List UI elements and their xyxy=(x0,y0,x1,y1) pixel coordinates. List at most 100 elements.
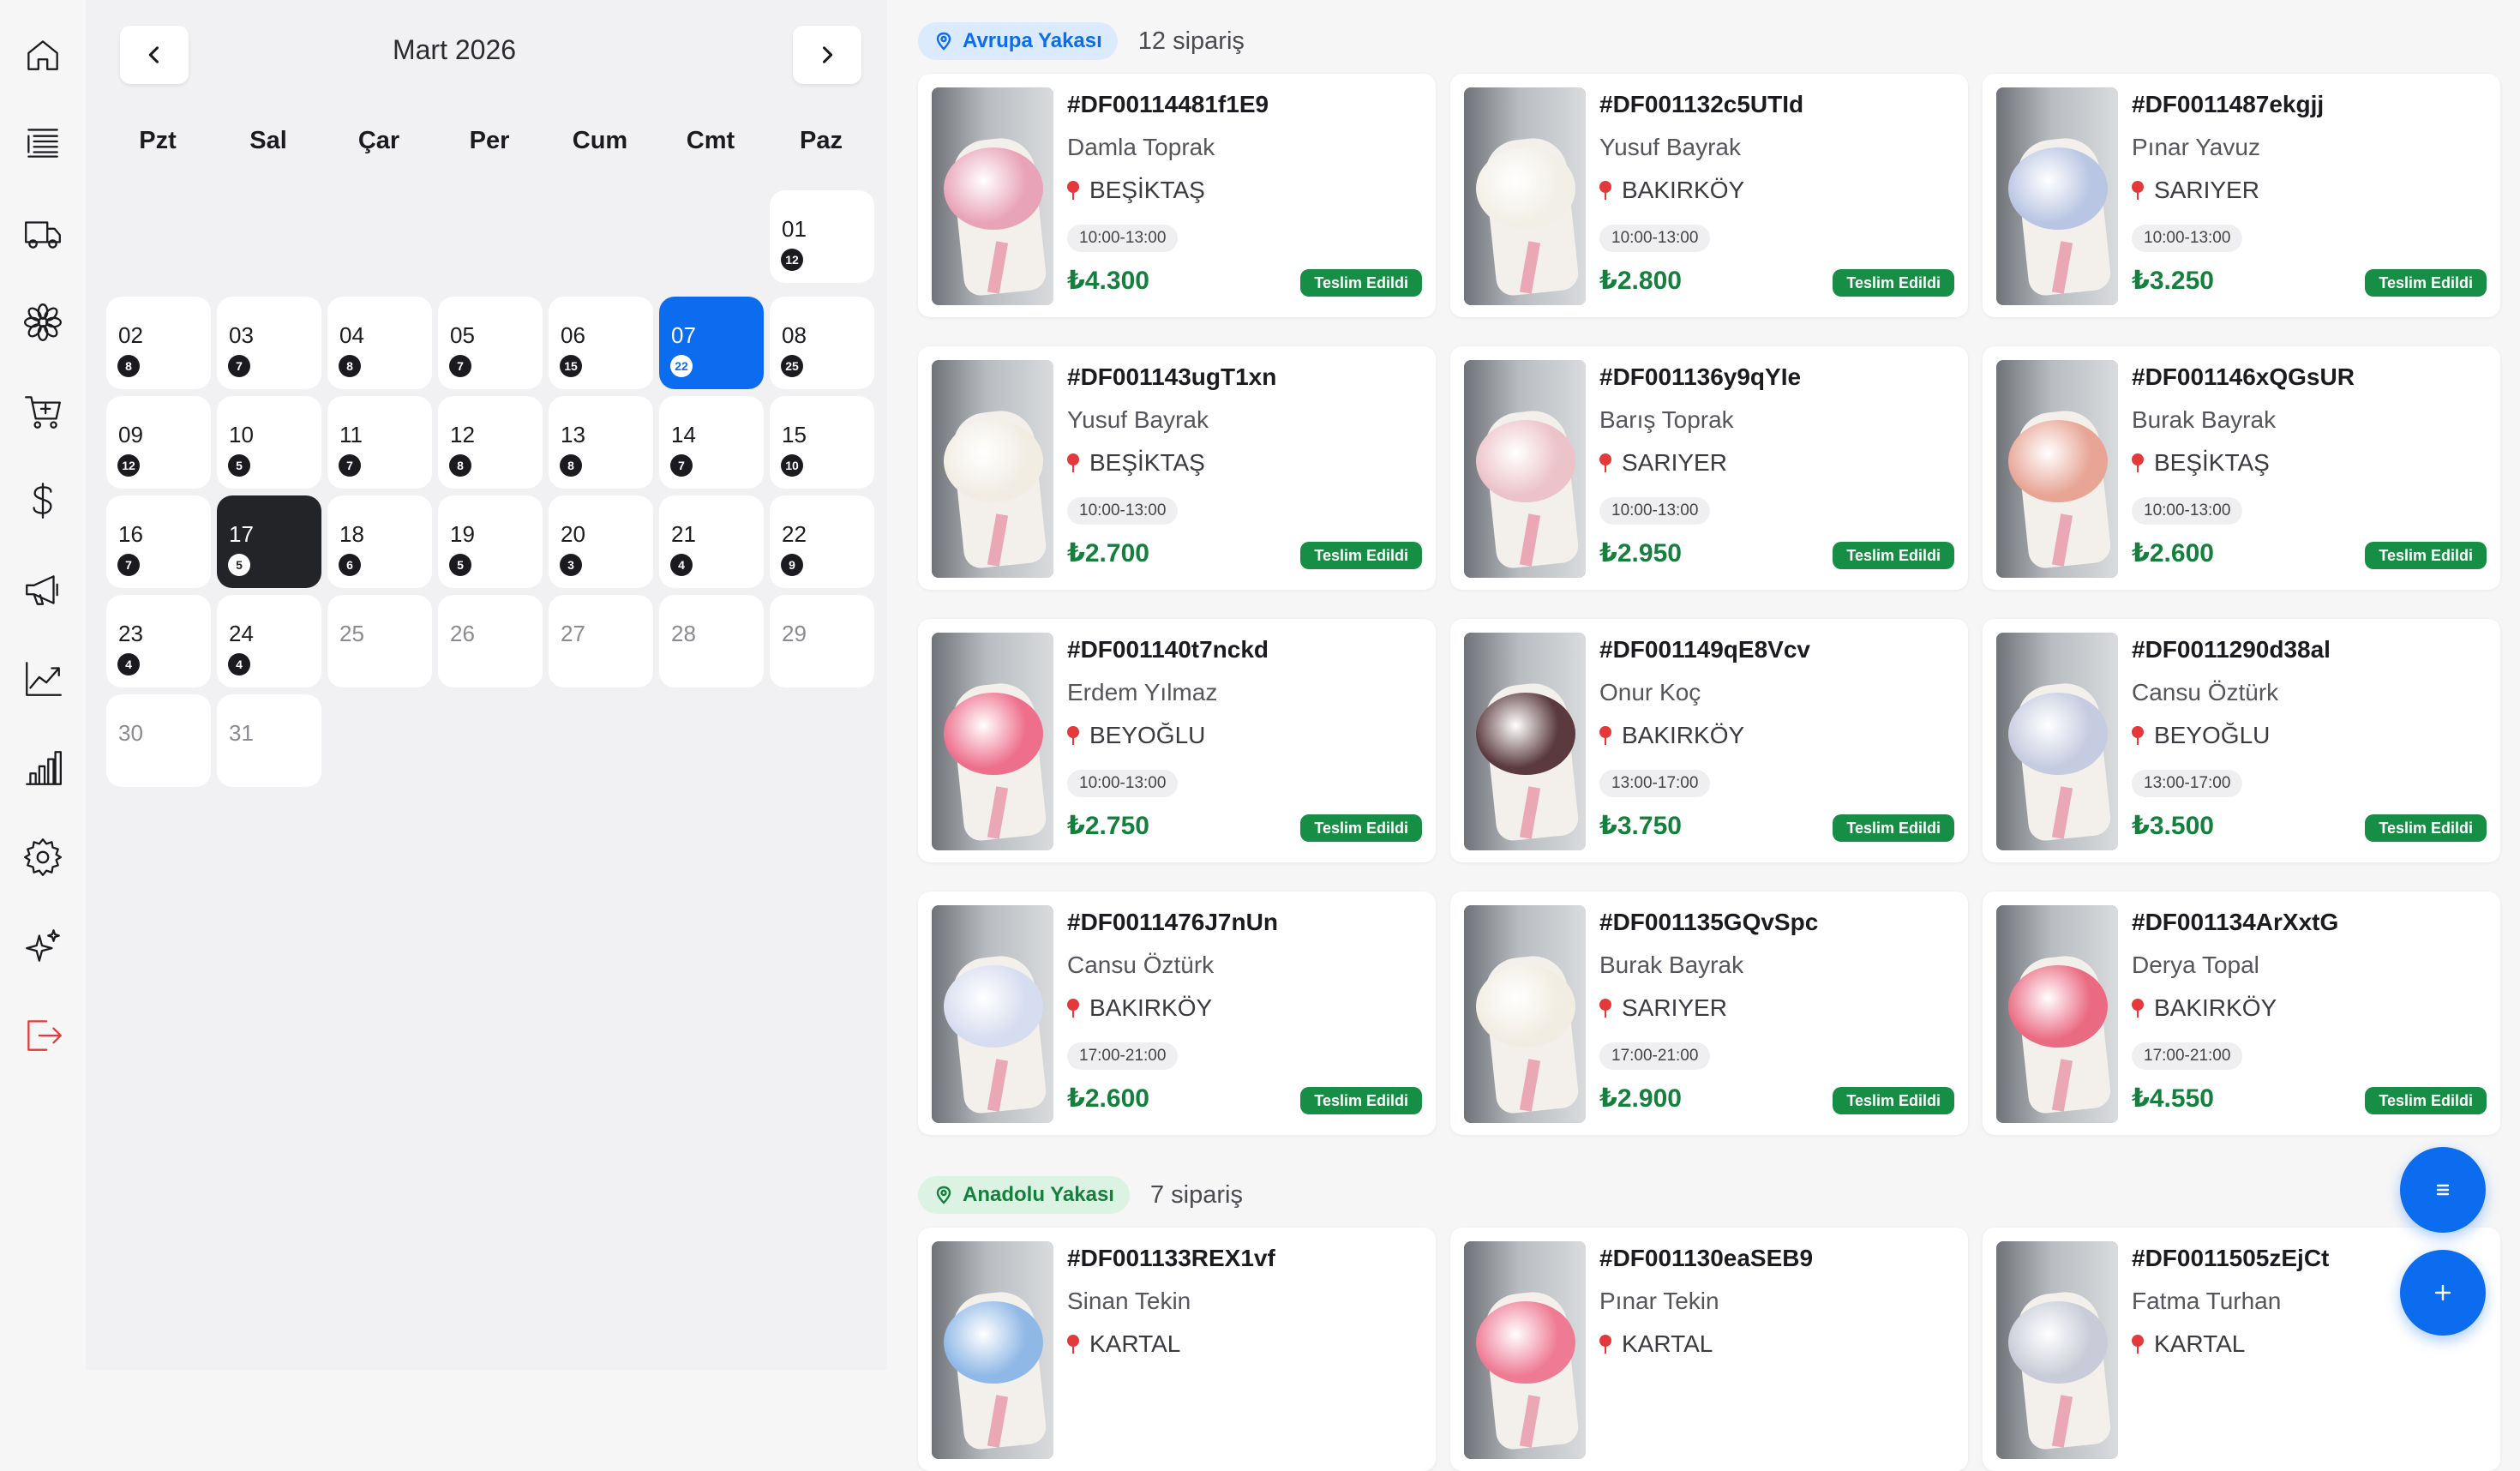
dollar-icon[interactable] xyxy=(19,477,67,525)
calendar-day[interactable]: 05 7 xyxy=(438,297,543,389)
calendar-day[interactable]: 20 3 xyxy=(549,495,653,588)
customer-name: Derya Topal xyxy=(2132,952,2259,978)
add-order-button[interactable] xyxy=(2400,1250,2486,1336)
list-view-button[interactable] xyxy=(2400,1147,2486,1233)
map-pin-icon xyxy=(1599,453,1611,472)
order-count-badge: 7 xyxy=(117,554,140,576)
district-name: SARIYER xyxy=(2154,177,2259,203)
calendar-day[interactable]: 31 xyxy=(217,694,321,787)
order-id: #DF001149qE8Vcv xyxy=(1599,636,1810,663)
calendar-day[interactable]: 11 7 xyxy=(327,396,432,489)
orders-list-icon[interactable] xyxy=(19,118,67,166)
calendar-day[interactable]: 04 8 xyxy=(327,297,432,389)
status-badge: Teslim Edildi xyxy=(1833,542,1954,569)
calendar-day[interactable]: 21 4 xyxy=(659,495,764,588)
calendar-day[interactable]: 24 4 xyxy=(217,595,321,687)
calendar-day[interactable]: 16 7 xyxy=(106,495,211,588)
order-price: ₺3.500 xyxy=(2132,812,2214,840)
next-month-button[interactable] xyxy=(793,26,861,84)
order-count-badge: 10 xyxy=(781,454,803,477)
bouquet-photo xyxy=(1996,87,2118,305)
order-card[interactable]: #DF001136y9qYIe Barış Toprak SARIYER 10:00-… xyxy=(1450,346,1968,590)
calendar-day[interactable]: 25 xyxy=(327,595,432,687)
calendar-day[interactable]: 14 7 xyxy=(659,396,764,489)
calendar-day[interactable]: 09 12 xyxy=(106,396,211,489)
customer-name: Burak Bayrak xyxy=(1599,952,1744,978)
day-number: 29 xyxy=(782,621,807,646)
calendar-day[interactable]: 22 9 xyxy=(770,495,874,588)
calendar-day[interactable]: 08 25 xyxy=(770,297,874,389)
day-number: 09 xyxy=(118,422,143,447)
order-card[interactable]: #DF0011476J7nUn Cansu Öztürk BAKIRKÖY 17:00… xyxy=(918,892,1436,1135)
day-number: 30 xyxy=(118,720,143,746)
calendar-day[interactable]: 07 22 xyxy=(659,297,764,389)
day-number: 07 xyxy=(671,322,696,348)
order-id: #DF001130eaSEB9 xyxy=(1599,1245,1814,1271)
region-badge[interactable]: Anadolu Yakası xyxy=(918,1176,1130,1214)
day-number: 23 xyxy=(118,621,143,646)
order-id: #DF001146xQGsUR xyxy=(2132,363,2355,390)
order-card[interactable]: #DF001134ArXxtG Derya Topal BAKIRKÖY 17:00-… xyxy=(1983,892,2500,1135)
calendar-day[interactable]: 26 xyxy=(438,595,543,687)
calendar-day[interactable]: 06 15 xyxy=(549,297,653,389)
delivery-truck-icon[interactable] xyxy=(19,209,67,257)
order-price: ₺2.700 xyxy=(1067,539,1149,567)
day-number: 28 xyxy=(671,621,696,646)
calendar-day[interactable]: 30 xyxy=(106,694,211,787)
calendar-day[interactable]: 02 8 xyxy=(106,297,211,389)
order-count-badge: 5 xyxy=(228,554,250,576)
sparkles-icon[interactable] xyxy=(19,922,67,970)
order-card[interactable]: #DF001135GQvSpc Burak Bayrak SARIYER 17:00-… xyxy=(1450,892,1968,1135)
order-id: #DF001136y9qYIe xyxy=(1599,363,1802,390)
calendar-day[interactable]: 18 6 xyxy=(327,495,432,588)
settings-gear-icon[interactable] xyxy=(19,833,67,881)
calendar-day[interactable]: 10 5 xyxy=(217,396,321,489)
calendar-day[interactable]: 03 7 xyxy=(217,297,321,389)
day-number: 25 xyxy=(339,621,364,646)
order-card[interactable]: #DF001143ugT1xn Yusuf Bayrak BEŞİKTAŞ 10:00… xyxy=(918,346,1436,590)
order-id: #DF001135GQvSpc xyxy=(1599,909,1819,935)
district-name: BAKIRKÖY xyxy=(1622,177,1745,203)
bouquet-photo xyxy=(1464,87,1586,305)
calendar-day[interactable]: 01 12 xyxy=(770,190,874,283)
day-number: 18 xyxy=(339,521,364,547)
order-card[interactable]: #DF001140t7nckd Erdem Yılmaz BEYOĞLU 10:00-… xyxy=(918,619,1436,862)
order-card[interactable]: #DF001149qE8Vcv Onur Koç BAKIRKÖY 13:00-17:… xyxy=(1450,619,1968,862)
trend-chart-icon[interactable] xyxy=(19,655,67,703)
calendar-day[interactable]: 17 5 xyxy=(217,495,321,588)
calendar-day[interactable]: 12 8 xyxy=(438,396,543,489)
customer-name: Cansu Öztürk xyxy=(2132,679,2279,705)
region-badge[interactable]: Avrupa Yakası xyxy=(918,22,1118,60)
order-id: #DF001132c5UTId xyxy=(1599,91,1804,117)
add-to-cart-icon[interactable] xyxy=(19,387,67,435)
order-card[interactable]: #DF0011290d38al Cansu Öztürk BEYOĞLU 13:00-… xyxy=(1983,619,2500,862)
order-count-badge: 22 xyxy=(670,355,693,377)
day-number: 16 xyxy=(118,521,143,547)
delivery-district: BEŞİKTAŞ xyxy=(2132,449,2270,477)
bar-chart-icon[interactable] xyxy=(19,744,67,792)
logout-icon[interactable] xyxy=(19,1012,67,1060)
calendar-day[interactable]: 19 5 xyxy=(438,495,543,588)
megaphone-icon[interactable] xyxy=(19,566,67,614)
calendar-day[interactable]: 13 8 xyxy=(549,396,653,489)
home-icon[interactable] xyxy=(19,31,67,79)
customer-name: Pınar Tekin xyxy=(1599,1288,1719,1314)
order-card[interactable]: #DF0011487ekgjj Pınar Yavuz SARIYER 10:00-1… xyxy=(1983,74,2500,317)
order-card[interactable]: #DF001133REX1vf Sinan Tekin KARTAL xyxy=(918,1228,1436,1471)
calendar-day[interactable]: 23 4 xyxy=(106,595,211,687)
order-card[interactable]: #DF001130eaSEB9 Pınar Tekin KARTAL xyxy=(1450,1228,1968,1471)
calendar-day[interactable]: 15 10 xyxy=(770,396,874,489)
order-card[interactable]: #DF001146xQGsUR Burak Bayrak BEŞİKTAŞ 10:00… xyxy=(1983,346,2500,590)
status-badge: Teslim Edildi xyxy=(1833,1087,1954,1114)
calendar-day[interactable]: 28 xyxy=(659,595,764,687)
calendar-day[interactable]: 29 xyxy=(770,595,874,687)
weekday-label: Cum xyxy=(572,127,628,154)
order-card[interactable]: #DF001132c5UTId Yusuf Bayrak BAKIRKÖY 10:00… xyxy=(1450,74,1968,317)
calendar-day[interactable]: 27 xyxy=(549,595,653,687)
order-card[interactable]: #DF00114481f1E9 Damla Toprak BEŞİKTAŞ 10:00… xyxy=(918,74,1436,317)
delivery-district: BAKIRKÖY xyxy=(2132,994,2277,1022)
map-pin-icon xyxy=(1067,1335,1079,1354)
prev-month-button[interactable] xyxy=(120,26,189,84)
flower-icon[interactable] xyxy=(19,298,67,346)
order-price: ₺2.900 xyxy=(1599,1084,1682,1113)
